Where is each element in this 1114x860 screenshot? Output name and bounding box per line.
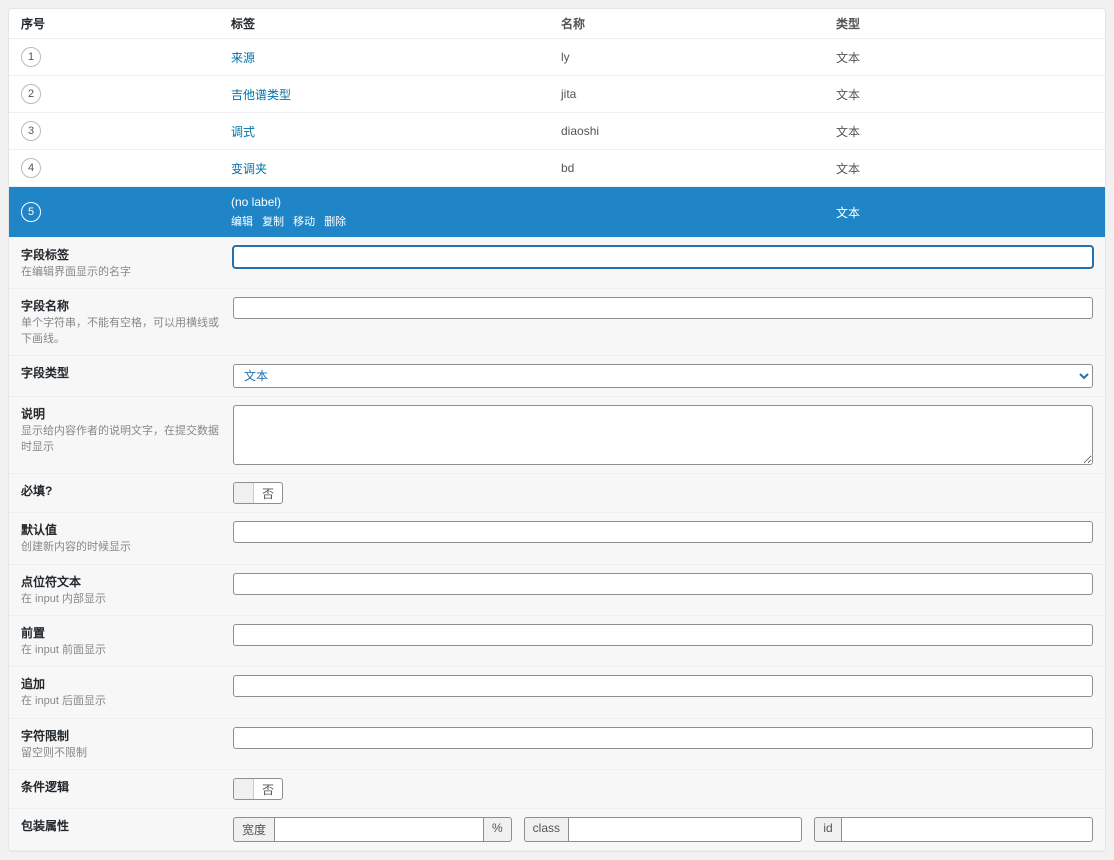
order-badge: 4 — [21, 158, 41, 178]
order-badge: 3 — [21, 121, 41, 141]
field-name-cell: ly — [561, 50, 836, 64]
placeholder-desc: 在 input 内部显示 — [21, 592, 221, 607]
table-row[interactable]: 4 变调夹 bd 文本 — [9, 150, 1105, 187]
wrapper-pct-addon: % — [484, 817, 512, 842]
field-label-link[interactable]: 来源 — [231, 51, 255, 65]
header-name: 名称 — [561, 15, 836, 32]
move-action[interactable]: 移动 — [293, 216, 315, 228]
default-desc: 创建新内容的时候显示 — [21, 540, 221, 555]
field-type-select[interactable]: 文本 — [233, 364, 1093, 388]
table-row-active[interactable]: 5 (no label) 编辑 复制 移动 删除 文本 — [9, 187, 1105, 238]
field-label-nolabel: (no label) — [231, 195, 561, 209]
table-row[interactable]: 1 来源 ly 文本 — [9, 39, 1105, 76]
placeholder-input[interactable] — [233, 573, 1093, 595]
delete-action[interactable]: 删除 — [324, 216, 346, 228]
wrapper-id-input[interactable] — [841, 817, 1093, 842]
field-name-cell: jita — [561, 87, 836, 101]
field-label-label: 字段标签 — [21, 246, 221, 263]
field-type-cell: 文本 — [836, 123, 1093, 140]
wrapper-label: 包装属性 — [21, 817, 221, 834]
toggle-knob — [234, 779, 254, 799]
field-type-cell: 文本 — [836, 204, 1093, 221]
order-badge: 5 — [21, 202, 41, 222]
wrapper-width-addon: 宽度 — [233, 817, 274, 842]
field-name-cell: diaoshi — [561, 124, 836, 138]
default-label: 默认值 — [21, 521, 221, 538]
default-input[interactable] — [233, 521, 1093, 543]
required-label: 必填? — [21, 482, 221, 499]
field-name-cell: bd — [561, 161, 836, 175]
field-type-cell: 文本 — [836, 86, 1093, 103]
description-textarea[interactable] — [233, 405, 1093, 465]
toggle-knob — [234, 483, 254, 503]
field-label-input[interactable] — [233, 246, 1093, 268]
placeholder-label: 点位符文本 — [21, 573, 221, 590]
required-toggle[interactable]: 否 — [233, 482, 283, 504]
wrapper-width-input[interactable] — [274, 817, 484, 842]
edit-action[interactable]: 编辑 — [231, 216, 253, 228]
conditional-label: 条件逻辑 — [21, 778, 221, 795]
table-row[interactable]: 2 吉他谱类型 jita 文本 — [9, 76, 1105, 113]
charlimit-input[interactable] — [233, 727, 1093, 749]
toggle-state: 否 — [254, 781, 282, 798]
field-name-label: 字段名称 — [21, 297, 221, 314]
header-type: 类型 — [836, 15, 1093, 32]
wrapper-class-input[interactable] — [568, 817, 802, 842]
copy-action[interactable]: 复制 — [262, 216, 284, 228]
wrapper-class-addon: class — [524, 817, 568, 842]
toggle-state: 否 — [254, 485, 282, 502]
field-name-desc: 单个字符串，不能有空格，可以用横线或下画线。 — [21, 316, 221, 347]
prepend-input[interactable] — [233, 624, 1093, 646]
append-desc: 在 input 后面显示 — [21, 694, 221, 709]
field-label-desc: 在编辑界面显示的名字 — [21, 265, 221, 280]
append-input[interactable] — [233, 675, 1093, 697]
description-desc: 显示给内容作者的说明文字，在提交数据时显示 — [21, 424, 221, 455]
table-row[interactable]: 3 调式 diaoshi 文本 — [9, 113, 1105, 150]
table-header: 序号 标签 名称 类型 — [9, 9, 1105, 39]
field-label-link[interactable]: 调式 — [231, 125, 255, 139]
field-label-link[interactable]: 吉他谱类型 — [231, 88, 291, 102]
field-name-input[interactable] — [233, 297, 1093, 319]
wrapper-id-addon: id — [814, 817, 840, 842]
field-label-link[interactable]: 变调夹 — [231, 162, 267, 176]
charlimit-desc: 留空则不限制 — [21, 746, 221, 761]
order-badge: 1 — [21, 47, 41, 67]
row-actions: 编辑 复制 移动 删除 — [231, 213, 561, 229]
order-badge: 2 — [21, 84, 41, 104]
field-type-cell: 文本 — [836, 49, 1093, 66]
append-label: 追加 — [21, 675, 221, 692]
header-order: 序号 — [21, 15, 231, 32]
prepend-label: 前置 — [21, 624, 221, 641]
header-label: 标签 — [231, 15, 561, 32]
field-type-cell: 文本 — [836, 160, 1093, 177]
description-label: 说明 — [21, 405, 221, 422]
charlimit-label: 字符限制 — [21, 727, 221, 744]
field-type-label: 字段类型 — [21, 364, 221, 381]
conditional-toggle[interactable]: 否 — [233, 778, 283, 800]
